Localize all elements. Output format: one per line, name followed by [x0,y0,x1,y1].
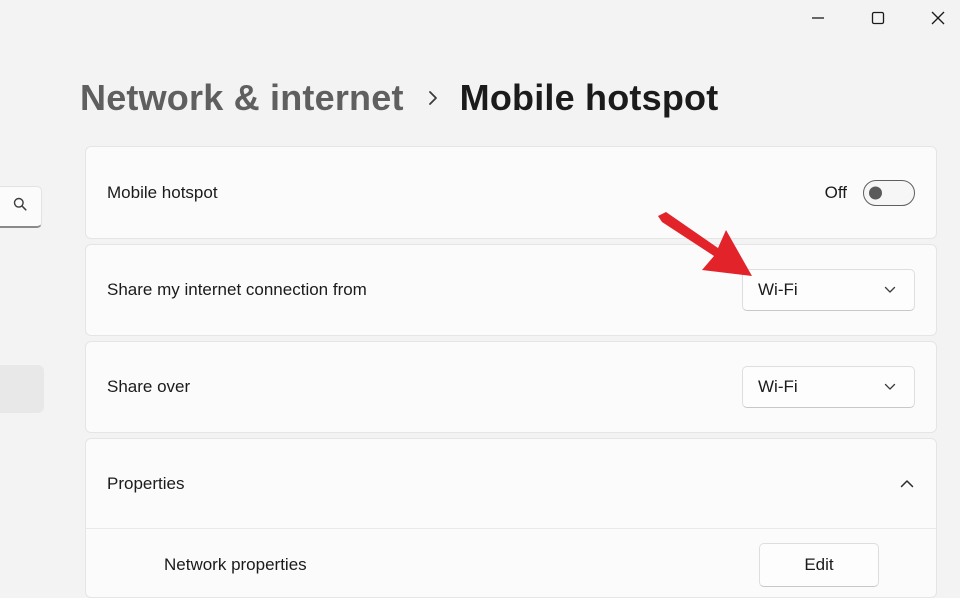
chevron-right-icon [428,90,438,106]
mobile-hotspot-toggle[interactable] [863,179,915,206]
share-connection-from-card: Share my internet connection from Wi-Fi [85,244,937,336]
minimize-icon [811,11,825,25]
share-connection-from-label: Share my internet connection from [107,280,367,299]
breadcrumb: Network & internet Mobile hotspot [80,72,718,124]
mobile-hotspot-label: Mobile hotspot [107,182,218,202]
page-title: Mobile hotspot [459,77,719,118]
properties-expander-header[interactable]: Properties [86,439,936,529]
dropdown-value: Wi-Fi [758,377,798,396]
chevron-down-icon [884,378,896,396]
sidebar-item-selected[interactable] [0,365,44,413]
share-over-dropdown[interactable]: Wi-Fi [742,366,915,408]
maximize-icon [871,11,885,25]
annotation-arrow-icon [652,208,756,287]
minimize-button[interactable] [788,0,848,36]
close-button[interactable] [908,0,960,36]
settings-search-box[interactable] [0,186,42,228]
mobile-hotspot-toggle-group: Off [824,179,915,206]
dropdown-value: Wi-Fi [758,280,798,299]
edit-button[interactable]: Edit [759,543,879,587]
share-connection-from-dropdown[interactable]: Wi-Fi [742,269,915,311]
share-over-card: Share over Wi-Fi [85,341,937,433]
mobile-hotspot-card: Mobile hotspot Off [85,146,937,239]
toggle-state-label: Off [824,182,847,202]
properties-label: Properties [107,473,185,493]
network-properties-label: Network properties [164,555,307,574]
breadcrumb-parent-link[interactable]: Network & internet [80,77,404,119]
search-icon [13,197,27,216]
properties-card: Properties Network properties Edit [85,438,937,598]
chevron-down-icon [884,281,896,299]
maximize-button[interactable] [848,0,908,36]
close-icon [931,11,945,25]
chevron-up-icon [900,475,914,493]
toggle-knob [869,186,882,199]
share-over-label: Share over [107,377,191,396]
